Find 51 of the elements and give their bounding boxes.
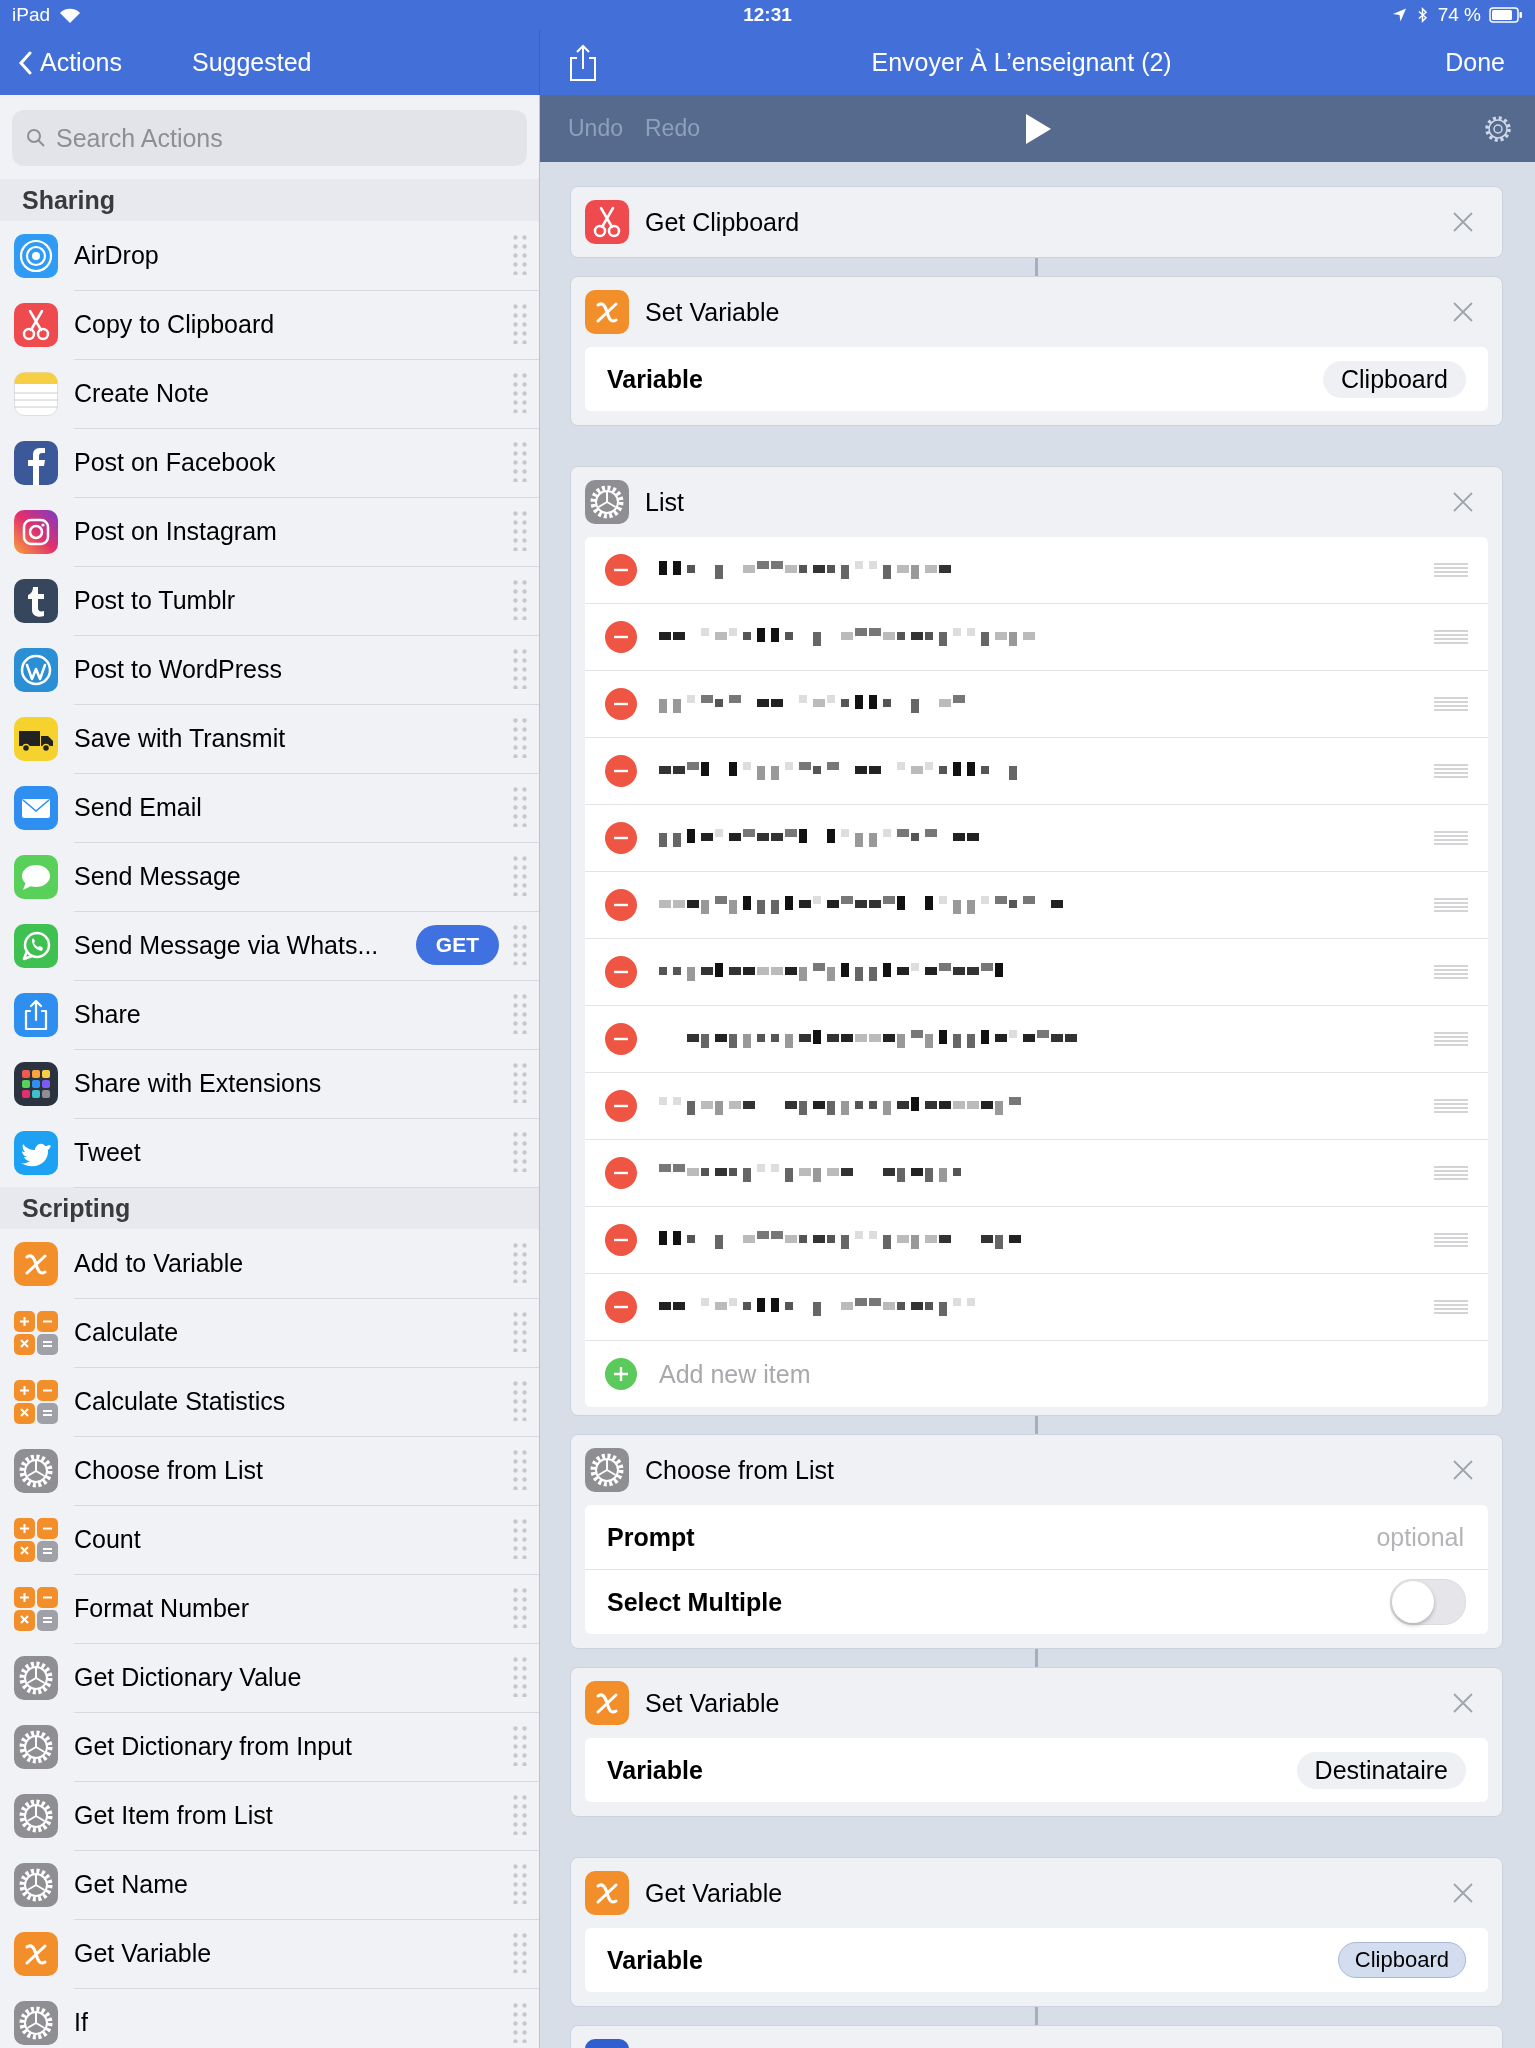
action-item[interactable]: Send Email [74, 792, 513, 822]
action-item[interactable]: Create Note [74, 378, 513, 408]
action-title: Set Variable [645, 297, 781, 327]
action-item[interactable]: Format Number [74, 1593, 513, 1623]
action-title: Get Clipboard [645, 207, 801, 237]
clock-text: 12:31 [743, 4, 792, 26]
search-field[interactable]: Search Actions [12, 110, 527, 166]
action-item[interactable]: Get Dictionary from Input [74, 1731, 513, 1761]
action-item[interactable]: Choose from List [74, 1455, 513, 1485]
action-title: List [645, 487, 685, 517]
field-label: Variable [607, 1945, 704, 1975]
field-label: Variable [607, 1755, 704, 1785]
action-item[interactable]: Share [74, 999, 513, 1029]
action-item[interactable]: Send Message via Whats... [74, 930, 416, 960]
action-title: Choose from List [645, 1455, 835, 1485]
workflow-title: Envoyer À L’enseignant (2) [870, 48, 1173, 77]
nav-title: Suggested [192, 48, 312, 77]
battery-percent: 74 % [1437, 4, 1481, 26]
action-item[interactable]: Calculate [74, 1317, 513, 1347]
get-button[interactable]: GET [415, 925, 499, 965]
done-button[interactable]: Done [1445, 48, 1505, 77]
action-item[interactable]: Post on Instagram [74, 516, 513, 546]
action-item[interactable]: Copy to Clipboard [74, 309, 513, 339]
action-item[interactable]: Send Message [74, 861, 513, 891]
action-item[interactable]: Get Variable [74, 1938, 513, 1968]
carrier-text: iPad [12, 4, 51, 26]
variable-token[interactable]: Clipboard [1337, 1942, 1466, 1978]
action-item[interactable]: Calculate Statistics [74, 1386, 513, 1416]
field-label: Variable [607, 364, 704, 394]
action-item[interactable]: Post to WordPress [74, 654, 513, 684]
action-item[interactable]: Get Name [74, 1869, 513, 1899]
action-item[interactable]: Save with Transmit [74, 723, 513, 753]
action-item[interactable]: Add to Variable [74, 1248, 513, 1278]
action-item[interactable]: AirDrop [74, 240, 513, 270]
action-item[interactable]: Get Item from List [74, 1800, 513, 1830]
value-pill[interactable]: Clipboard [1323, 360, 1466, 398]
action-item[interactable]: Post on Facebook [74, 447, 513, 477]
field-label: Prompt [607, 1522, 696, 1552]
action-title: Get Variable [645, 1878, 784, 1908]
action-item[interactable]: Share with Extensions [74, 1068, 513, 1098]
action-item[interactable]: If [74, 2008, 513, 2037]
back-link[interactable]: Actions [18, 48, 122, 77]
section-header: Scripting [22, 1193, 131, 1223]
action-item[interactable]: Post to Tumblr [74, 585, 513, 615]
action-title: Set Variable [645, 1688, 781, 1718]
section-header: Sharing [22, 185, 116, 215]
action-item[interactable]: Count [74, 1524, 513, 1554]
action-item[interactable]: Tweet [74, 1137, 513, 1167]
value-pill[interactable]: Destinataire [1296, 1751, 1466, 1789]
action-item[interactable]: Get Dictionary Value [74, 1662, 513, 1692]
field-label: Select Multiple [607, 1587, 784, 1617]
